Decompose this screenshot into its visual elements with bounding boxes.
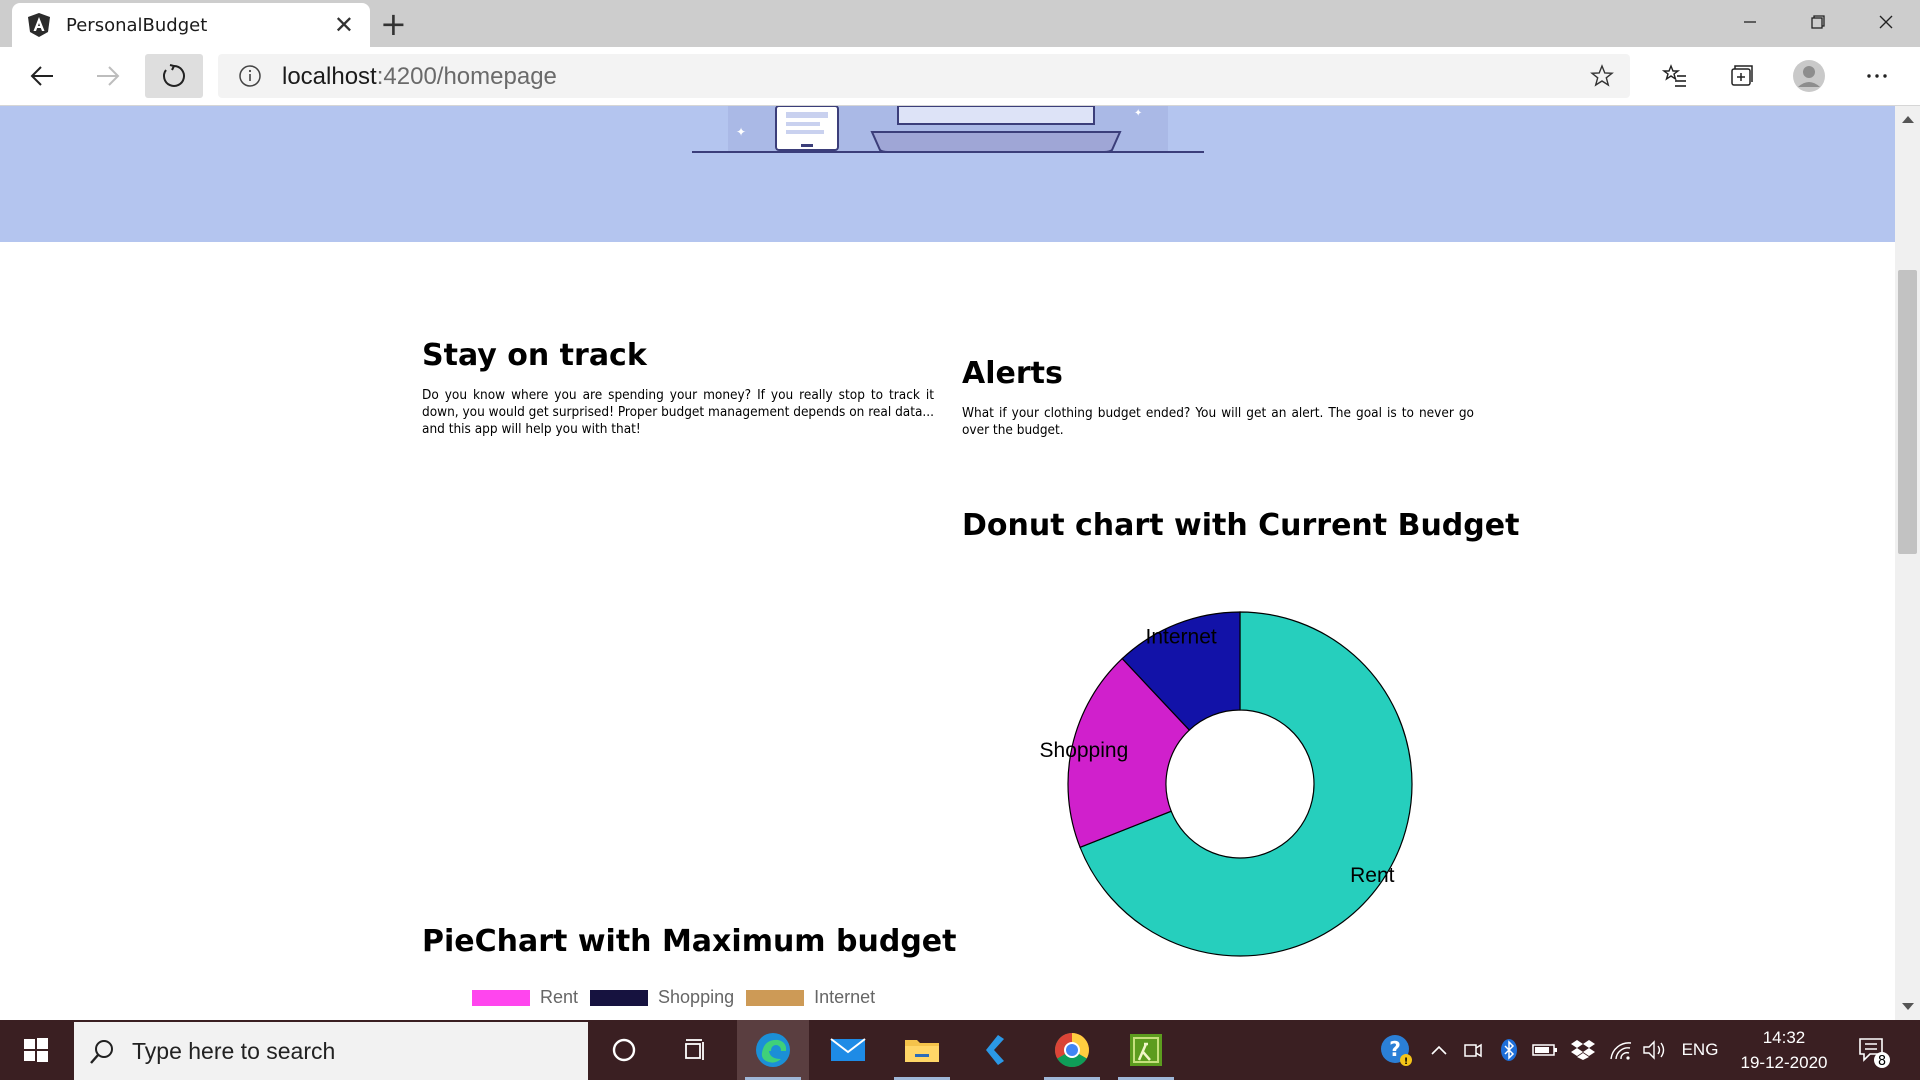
alerts-title: Alerts [962, 356, 1063, 391]
pie-chart-title: PieChart with Maximum budget [422, 924, 957, 959]
clock[interactable]: 14:32 19-12-2020 [1728, 1025, 1840, 1075]
info-icon[interactable] [238, 64, 262, 88]
task-view-icon[interactable] [660, 1020, 732, 1080]
bluetooth-icon[interactable] [1494, 1020, 1524, 1080]
svg-text:!: ! [1404, 1057, 1408, 1067]
donut-label-rent: Rent [1350, 864, 1395, 887]
scrollbar-thumb[interactable] [1898, 270, 1917, 554]
legend-item-internet[interactable]: Internet [746, 987, 875, 1008]
donut-label-shopping: Shopping [1040, 739, 1129, 762]
url-path: :4200/homepage [376, 63, 557, 90]
clock-date: 19-12-2020 [1740, 1053, 1828, 1072]
scroll-down-arrow-icon[interactable] [1902, 1003, 1914, 1010]
legend-label: Rent [540, 987, 579, 1007]
pie-chart-legend: Rent Shopping Internet [472, 987, 887, 1008]
back-button[interactable] [16, 56, 68, 96]
notification-count: 8 [1878, 1054, 1886, 1069]
terminal-app-icon[interactable] [1110, 1020, 1182, 1080]
cortana-icon[interactable] [588, 1020, 660, 1080]
page-viewport: ✦ ✦ Stay on track Do you know where you … [0, 106, 1895, 1020]
language-indicator[interactable]: ENG [1678, 1020, 1722, 1080]
chrome-icon[interactable] [1036, 1020, 1108, 1080]
battery-icon[interactable] [1528, 1020, 1562, 1080]
alerts-text: What if your clothing budget ended? You … [962, 405, 1474, 438]
svg-text:✦: ✦ [1134, 108, 1142, 119]
stay-on-track-section: Stay on track Do you know where you are … [422, 338, 934, 438]
donut-label-internet: Internet [1146, 625, 1217, 648]
legend-swatch [472, 989, 530, 1006]
stay-on-track-text: Do you know where you are spending your … [422, 387, 934, 437]
hero-banner: ✦ ✦ [0, 106, 1895, 242]
clock-time: 14:32 [1762, 1028, 1806, 1047]
new-tab-icon[interactable]: + [380, 5, 407, 43]
tab-title: PersonalBudget [66, 15, 208, 36]
alerts-section: Alerts What if your clothing budget ende… [962, 356, 1474, 439]
reload-button[interactable] [145, 54, 203, 98]
laptop-illustration: ✦ ✦ [692, 106, 1204, 153]
favorites-icon[interactable] [1650, 56, 1700, 96]
vertical-scrollbar[interactable] [1895, 106, 1920, 1020]
legend-swatch [590, 989, 649, 1006]
scroll-up-arrow-icon[interactable] [1902, 116, 1914, 123]
volume-icon[interactable] [1638, 1020, 1672, 1080]
close-window-icon[interactable] [1856, 4, 1916, 40]
tab-strip: PersonalBudget ✕ + [0, 0, 1920, 47]
forward-arrow-icon [97, 66, 120, 86]
collections-icon[interactable] [1716, 56, 1766, 96]
start-button[interactable] [0, 1020, 72, 1080]
legend-item-shopping[interactable]: Shopping [590, 987, 734, 1008]
taskbar-search-box[interactable]: Type here to search [74, 1022, 588, 1080]
donut-chart-title: Donut chart with Current Budget [962, 508, 1520, 543]
svg-text:?: ? [1389, 1037, 1401, 1061]
minimize-icon[interactable] [1720, 4, 1780, 40]
windows-logo-icon [24, 1038, 48, 1062]
favorite-star-icon[interactable] [1590, 64, 1614, 88]
legend-item-rent[interactable]: Rent [472, 987, 578, 1008]
url-text[interactable]: localhost:4200/homepage [282, 63, 557, 91]
edge-taskbar-icon[interactable] [737, 1020, 809, 1080]
angular-icon [28, 13, 50, 37]
search-placeholder: Type here to search [132, 1038, 336, 1064]
search-icon [90, 1040, 113, 1064]
meet-now-icon[interactable] [1458, 1020, 1488, 1080]
back-arrow-icon [30, 66, 53, 86]
donut-chart: Rent Shopping Internet [1040, 611, 1413, 957]
stay-on-track-title: Stay on track [422, 338, 647, 373]
restore-icon[interactable] [1788, 4, 1848, 40]
donut-chart-section: Donut chart with Current Budget [962, 508, 1562, 543]
help-icon[interactable]: ?! [1374, 1020, 1418, 1080]
windows-taskbar: Type here to search ?! ENG 14:32 19-12-2… [0, 1020, 1920, 1080]
legend-label: Internet [814, 987, 876, 1007]
dropbox-icon[interactable] [1566, 1020, 1600, 1080]
profile-avatar-icon[interactable] [1784, 56, 1834, 96]
forward-button[interactable] [82, 56, 134, 96]
url-host: localhost [282, 63, 377, 90]
reload-icon [163, 64, 185, 87]
browser-tab[interactable]: PersonalBudget ✕ [12, 3, 370, 47]
svg-text:✦: ✦ [736, 125, 746, 139]
legend-swatch [746, 989, 805, 1006]
more-menu-icon[interactable] [1852, 56, 1902, 96]
legend-label: Shopping [658, 987, 735, 1007]
address-bar[interactable]: localhost:4200/homepage [218, 54, 1630, 98]
visual-studio-code-icon[interactable] [960, 1020, 1032, 1080]
browser-toolbar: localhost:4200/homepage [0, 47, 1920, 106]
show-hidden-icons-chevron-icon[interactable] [1424, 1020, 1454, 1080]
wifi-icon[interactable] [1604, 1020, 1638, 1080]
mail-icon[interactable] [812, 1020, 884, 1080]
file-explorer-icon[interactable] [886, 1020, 958, 1080]
close-tab-icon[interactable]: ✕ [334, 11, 354, 39]
notification-center-icon[interactable]: 8 [1856, 1034, 1892, 1074]
pie-chart-section: PieChart with Maximum budget [422, 924, 1022, 959]
